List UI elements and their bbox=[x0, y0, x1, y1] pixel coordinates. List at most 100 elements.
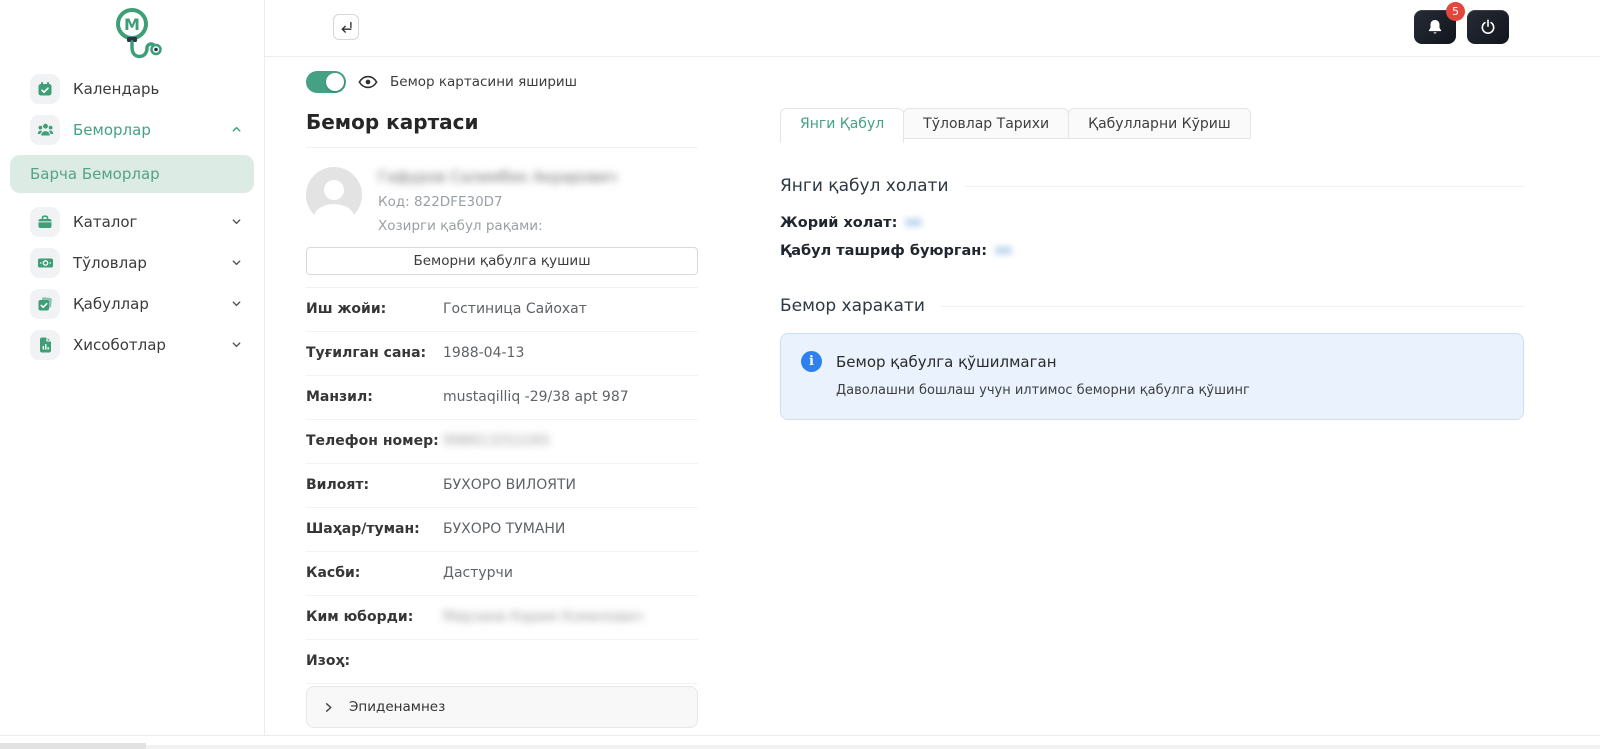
sidebar: M Календарь Беморлар Барча Беморлар bbox=[0, 0, 265, 735]
payments-icon bbox=[30, 248, 60, 278]
field-label: Вилоят: bbox=[306, 477, 443, 493]
chevron-down-icon bbox=[231, 298, 242, 309]
alert-title: Бемор қабулга қўшилмаган bbox=[836, 353, 1057, 371]
chevron-up-icon bbox=[231, 124, 242, 135]
current-visit-label: Хозирги қабул рақами: bbox=[378, 218, 617, 234]
notification-badge: 5 bbox=[1446, 2, 1465, 21]
field-label: Шаҳар/туман: bbox=[306, 521, 443, 537]
chevron-right-icon bbox=[323, 702, 334, 713]
field-row-referrer: Ким юборди: Мирзаев Карим Комилович bbox=[306, 596, 698, 640]
hide-card-toggle-label: Бемор картасини яшириш bbox=[390, 74, 577, 90]
section-title: Бемор харакати bbox=[780, 296, 925, 316]
sidebar-item-reports[interactable]: Хисоботлар bbox=[0, 324, 264, 365]
field-row-region: Вилоят: БУХОРО ВИЛОЯТИ bbox=[306, 464, 698, 508]
alert-description: Даволашни бошлаш учун илтимос беморни қа… bbox=[836, 383, 1503, 398]
sidebar-item-catalog[interactable]: Каталог bbox=[0, 201, 264, 242]
field-label: Туғилган сана: bbox=[306, 345, 443, 361]
topbar-actions: 5 bbox=[1414, 10, 1509, 44]
scrollbar-thumb[interactable] bbox=[0, 743, 146, 749]
patients-icon bbox=[30, 115, 60, 145]
bell-icon bbox=[1426, 18, 1444, 36]
chevron-down-icon bbox=[231, 216, 242, 227]
blurred-value bbox=[995, 246, 1012, 255]
tab-view-visits[interactable]: Қабулларни Кўриш bbox=[1068, 108, 1251, 139]
field-row-profession: Касби: Дастурчи bbox=[306, 552, 698, 596]
add-to-visit-button[interactable]: Беморни қабулга қушиш bbox=[306, 247, 698, 275]
svg-text:M: M bbox=[124, 15, 140, 34]
stethoscope-logo-icon: M bbox=[96, 5, 168, 67]
visit-panel: Янги Қабул Тўловлар Тарихи Қабулларни Кў… bbox=[780, 57, 1524, 728]
divider bbox=[965, 186, 1524, 187]
sidebar-nav: Календарь Беморлар Барча Беморлар Катало… bbox=[0, 66, 264, 365]
section-title: Янги қабул холати bbox=[780, 176, 949, 196]
sidebar-item-label: Тўловлар bbox=[73, 254, 218, 272]
tab-payment-history[interactable]: Тўловлар Тарихи bbox=[903, 108, 1069, 139]
notifications-button[interactable]: 5 bbox=[1414, 10, 1456, 44]
scrollbar-track[interactable] bbox=[0, 745, 1600, 749]
field-label: Манзил: bbox=[306, 389, 443, 405]
sidebar-subitem-label: Барча Беморлар bbox=[30, 165, 160, 183]
field-value: 1988-04-13 bbox=[443, 345, 524, 361]
patient-code: Код: 822DFE30D7 bbox=[378, 194, 617, 210]
field-value: mustaqilliq -29/38 apt 987 bbox=[443, 389, 629, 405]
patient-card-panel: Бемор картасини яшириш Бемор картаси Гаф… bbox=[306, 57, 698, 728]
epid-anamnesis-accordion[interactable]: Эпиденамнез bbox=[306, 686, 698, 728]
divider bbox=[941, 306, 1524, 307]
field-label: Изоҳ: bbox=[306, 653, 443, 669]
calendar-icon bbox=[30, 74, 60, 104]
field-row-address: Манзил: mustaqilliq -29/38 apt 987 bbox=[306, 376, 698, 420]
appointments-icon bbox=[30, 289, 60, 319]
not-added-alert: i Бемор қабулга қўшилмаган Даволашни бош… bbox=[780, 333, 1524, 420]
topbar: 5 bbox=[265, 0, 1600, 57]
sidebar-item-label: Беморлар bbox=[73, 121, 218, 139]
blurred-value bbox=[905, 218, 922, 227]
tab-new-visit[interactable]: Янги Қабул bbox=[780, 108, 904, 143]
chevron-down-icon bbox=[231, 257, 242, 268]
field-row-workplace: Иш жойи: Гостиница Сайохат bbox=[306, 288, 698, 332]
sidebar-item-label: Хисоботлар bbox=[73, 336, 218, 354]
field-label: Телефон номер: bbox=[306, 433, 443, 449]
app-logo: M bbox=[0, 0, 264, 66]
sidebar-item-patients[interactable]: Беморлар bbox=[0, 109, 264, 150]
sidebar-item-appointments[interactable]: Қабуллар bbox=[0, 283, 264, 324]
field-label: Касби: bbox=[306, 565, 443, 581]
field-value: Гостиница Сайохат bbox=[443, 301, 587, 317]
field-value: БУХОРО ВИЛОЯТИ bbox=[443, 477, 576, 493]
field-row-birthdate: Туғилган сана: 1988-04-13 bbox=[306, 332, 698, 376]
sidebar-subitem-all-patients[interactable]: Барча Беморлар bbox=[10, 155, 254, 193]
hide-card-toggle[interactable] bbox=[306, 71, 346, 93]
field-row-phone: Телефон номер: 998913252265 bbox=[306, 420, 698, 464]
patient-name: Гафуров Салимбек Акрарович bbox=[378, 168, 617, 186]
visit-tabs: Янги Қабул Тўловлар Тарихи Қабулларни Кў… bbox=[780, 108, 1524, 139]
field-row-note: Изоҳ: bbox=[306, 640, 698, 684]
catalog-icon bbox=[30, 207, 60, 237]
field-value: Дастурчи bbox=[443, 565, 513, 581]
main-content: Бемор картасини яшириш Бемор картаси Гаф… bbox=[265, 57, 1600, 735]
power-icon bbox=[1479, 18, 1497, 36]
sidebar-item-label: Календарь bbox=[73, 80, 242, 98]
field-row-district: Шаҳар/туман: БУХОРО ТУМАНИ bbox=[306, 508, 698, 552]
sidebar-item-calendar[interactable]: Календарь bbox=[0, 68, 264, 109]
chevron-down-icon bbox=[231, 339, 242, 350]
sidebar-item-payments[interactable]: Тўловлар bbox=[0, 242, 264, 283]
patient-summary: Гафуров Салимбек Акрарович Код: 822DFE30… bbox=[306, 167, 698, 234]
visited-by-label: Қабул ташриф буюрган: bbox=[780, 243, 1524, 259]
patient-activity-section: Бемор харакати bbox=[780, 296, 1524, 316]
field-value: БУХОРО ТУМАНИ bbox=[443, 521, 565, 537]
collapse-sidebar-button[interactable] bbox=[333, 14, 359, 40]
field-label: Иш жойи: bbox=[306, 301, 443, 317]
sidebar-item-label: Қабуллар bbox=[73, 295, 218, 313]
reports-icon bbox=[30, 330, 60, 360]
field-label: Ким юборди: bbox=[306, 609, 443, 625]
current-status-label: Жорий холат: bbox=[780, 215, 1524, 231]
horizontal-scrollbar[interactable] bbox=[0, 735, 1600, 749]
eye-icon bbox=[358, 75, 378, 89]
field-value: 998913252265 bbox=[443, 433, 550, 449]
patient-card-title: Бемор картаси bbox=[306, 110, 698, 148]
avatar bbox=[306, 167, 362, 223]
logout-button[interactable] bbox=[1467, 10, 1509, 44]
sidebar-item-label: Каталог bbox=[73, 213, 218, 231]
accordion-label: Эпиденамнез bbox=[349, 699, 445, 715]
new-visit-status-section: Янги қабул холати bbox=[780, 176, 1524, 196]
collapse-sidebar-icon bbox=[338, 19, 354, 35]
